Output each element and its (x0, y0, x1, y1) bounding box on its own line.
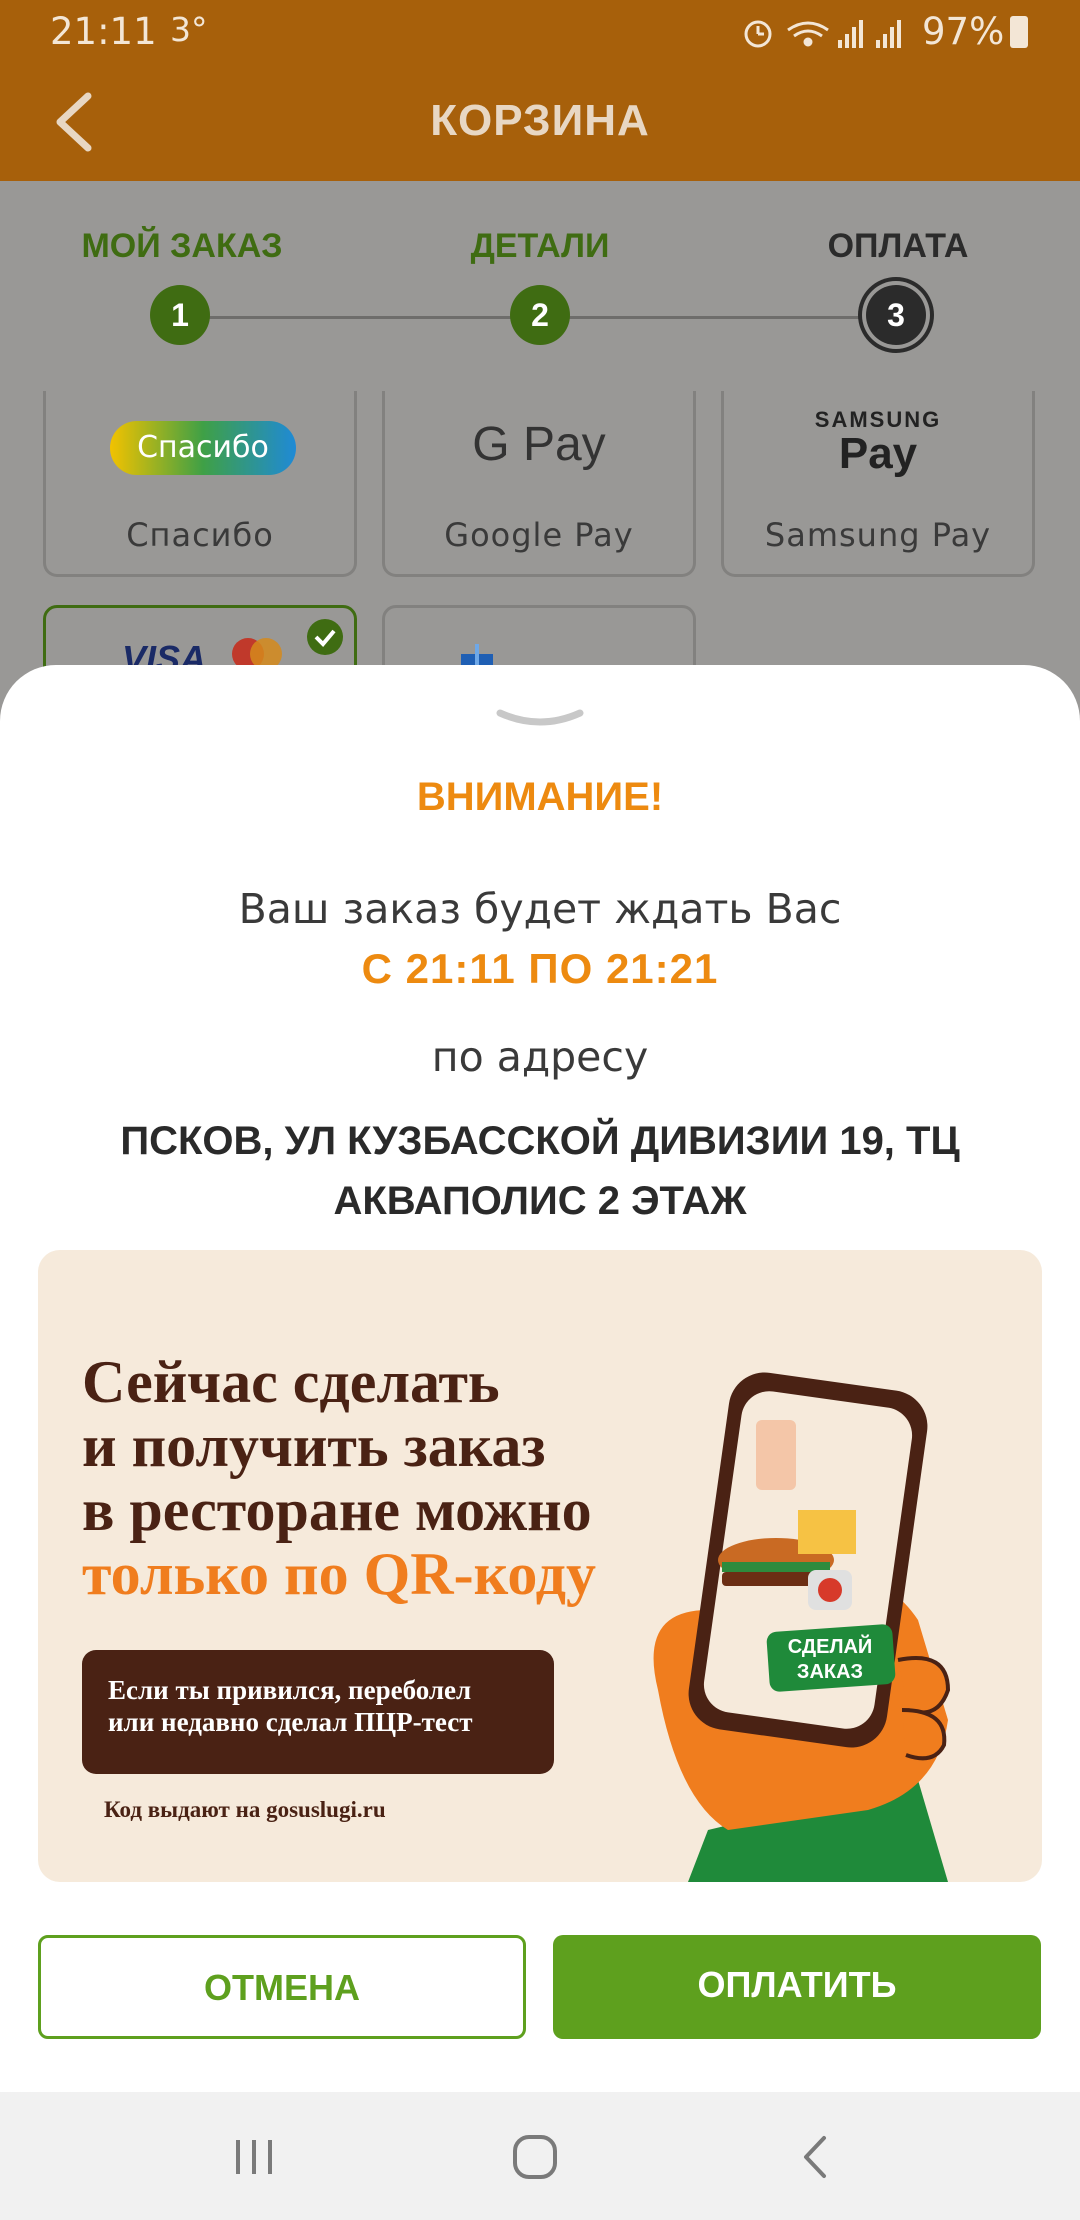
payment-label: Google Pay (444, 516, 634, 554)
qr-promo-banner: Сейчас сделать и получить заказ в рестор… (38, 1250, 1042, 1882)
wifi-icon (787, 21, 829, 47)
system-nav-bar (0, 2092, 1080, 2220)
step-circle-3[interactable]: 3 (866, 285, 926, 345)
battery-icon (1010, 16, 1028, 48)
sheet-title: ВНИМАНИЕ! (416, 775, 664, 819)
spasibo-logo: Спасибо (110, 421, 296, 475)
status-bar: 21:11 3° 97% (0, 0, 1080, 64)
checkout-content: МОЙ ЗАКАЗ ДЕТАЛИ ОПЛАТА 1 2 3 Спасибо Сп… (0, 181, 1080, 721)
app-bar: КОРЗИНА (0, 64, 1080, 181)
pay-button[interactable]: ОПЛАТИТЬ (553, 1935, 1041, 2039)
phone-button-line-1: СДЕЛАЙ (788, 1634, 873, 1658)
address-label: по адресу (431, 1033, 649, 1081)
promo-line-2: и получить заказ (82, 1413, 546, 1479)
step-label-payment: ОПЛАТА (827, 227, 969, 265)
signal-icon (876, 20, 901, 48)
cancel-button[interactable]: ОТМЕНА (38, 1935, 526, 2039)
sheet-handle[interactable] (496, 705, 584, 735)
restaurant-address: ПСКОВ, УЛ КУЗБАССКОЙ ДИВИЗИИ 19, ТЦ АКВА… (120, 1119, 960, 1223)
google-pay-logo: G Pay (472, 418, 606, 471)
hand-phone-illustration: СДЕЛАЙ ЗАКАЗ (653, 1372, 951, 1882)
badge-line-1: Если ты привился, переболел (108, 1675, 472, 1705)
payment-label: Спасибо (126, 516, 274, 554)
badge-line-2: или недавно сделал ПЦР-тест (108, 1707, 473, 1737)
back-icon[interactable] (786, 2132, 846, 2182)
time-range: С 21:11 ПО 21:21 (361, 945, 719, 992)
step-circle-1[interactable]: 1 (150, 285, 210, 345)
step-circle-2[interactable]: 2 (510, 285, 570, 345)
payment-samsung-pay[interactable]: SAMSUNG Pay Samsung Pay (721, 391, 1035, 577)
promo-note: Код выдают на gosuslugi.ru (104, 1797, 386, 1822)
check-icon (307, 619, 343, 655)
home-icon[interactable] (505, 2132, 565, 2182)
payment-spasibo[interactable]: Спасибо Спасибо (43, 391, 357, 577)
step-label-my-order: МОЙ ЗАКАЗ (81, 227, 283, 265)
status-time: 21:11 (50, 10, 157, 53)
signal-icon (838, 20, 863, 48)
status-icons (744, 20, 901, 48)
alarm-icon (744, 20, 772, 48)
phone-button-line-2: ЗАКАЗ (797, 1661, 863, 1683)
payment-google-pay[interactable]: G Pay Google Pay (382, 391, 696, 577)
recent-apps-icon[interactable] (224, 2132, 284, 2182)
promo-headline: Сейчас сделать и получить заказ в рестор… (82, 1350, 596, 1606)
samsung-logo-bottom: Pay (838, 429, 918, 478)
battery-percent: 97% (922, 10, 1005, 53)
step-label-details: ДЕТАЛИ (470, 227, 610, 265)
wait-text: Ваш заказ будет ждать Вас (238, 885, 842, 933)
promo-line-4: только по QR-коду (82, 1541, 597, 1607)
status-temperature: 3° (170, 10, 208, 49)
promo-line-3: в ресторане можно (82, 1477, 592, 1543)
promo-line-1: Сейчас сделать (82, 1349, 500, 1415)
attention-bottom-sheet: ВНИМАНИЕ! Ваш заказ будет ждать Вас С 21… (0, 665, 1080, 2092)
page-title: КОРЗИНА (430, 96, 650, 145)
promo-badge: Если ты привился, переболел или недавно … (82, 1650, 554, 1774)
payment-label: Samsung Pay (764, 516, 992, 554)
